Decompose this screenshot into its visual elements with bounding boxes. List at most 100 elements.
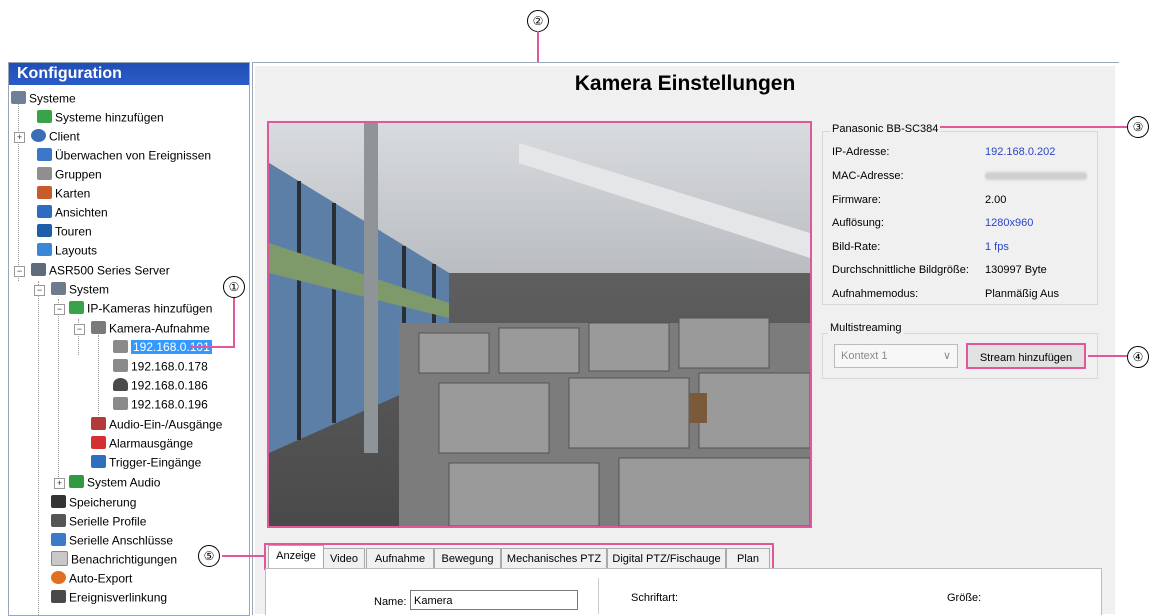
tree-item-camera-192-168-0-178[interactable]: 192.168.0.178 [113, 357, 208, 376]
recording-mode-label: Aufnahmemodus: [832, 288, 919, 300]
layouts-icon [37, 243, 52, 257]
groups-icon [37, 167, 52, 181]
tree-item-camera-192-168-0-196[interactable]: 192.168.0.196 [113, 395, 208, 414]
tree-item-ueberwachen[interactable]: Überwachen von Ereignissen [37, 146, 211, 165]
config-tree-panel: Konfiguration Systeme Systeme hinzufügen… [8, 62, 250, 616]
callout-5-line [222, 555, 265, 557]
context-select-value: Kontext 1 [841, 350, 888, 362]
multistreaming-label: Multistreaming [828, 321, 904, 335]
add-stream-button[interactable]: Stream hinzufügen [966, 343, 1086, 369]
tab-video[interactable]: Video [323, 548, 365, 569]
mac-address-value-blurred [985, 172, 1087, 180]
monitor-events-icon [37, 148, 52, 162]
tree-item-ereignisverlinkung[interactable]: Ereignisverlinkung [51, 588, 167, 607]
trigger-icon [91, 455, 106, 469]
serial-port-icon [51, 533, 66, 547]
camera-icon [113, 397, 128, 411]
callout-1-line-h [190, 346, 235, 348]
envelope-icon [51, 551, 68, 567]
callout-4-line [1088, 355, 1127, 357]
resolution-value[interactable]: 1280x960 [985, 216, 1033, 230]
tab-plan[interactable]: Plan [726, 548, 770, 569]
tree-item-system-audio[interactable]: System Audio [69, 473, 160, 492]
tree-item-alarmausgaenge[interactable]: Alarmausgänge [91, 434, 193, 453]
frame-rate-value[interactable]: 1 fps [985, 240, 1009, 254]
collapse-recording-toggle[interactable]: − [74, 324, 85, 335]
tree-item-trigger-eingaenge[interactable]: Trigger-Eingänge [91, 453, 201, 472]
resolution-label: Auflösung: [832, 217, 884, 229]
serial-profile-icon [51, 514, 66, 528]
speaker-icon [91, 417, 106, 431]
gear-icon [31, 129, 46, 143]
tree-item-kamera-aufnahme[interactable]: Kamera-Aufnahme [91, 319, 210, 338]
views-icon [37, 205, 52, 219]
tours-icon [37, 224, 52, 238]
add-camera-icon [69, 301, 84, 315]
camera-recording-icon [91, 321, 106, 335]
system-icon [51, 282, 66, 296]
firmware-value: 2.00 [985, 194, 1007, 206]
server-icon [11, 91, 26, 105]
tree-item-client[interactable]: Client [31, 127, 80, 146]
collapse-server-toggle[interactable]: − [14, 266, 25, 277]
context-select[interactable]: Kontext 1 ∨ [834, 344, 958, 368]
camera-preview[interactable] [267, 121, 812, 528]
system-audio-icon [69, 475, 84, 489]
recording-mode-value: Planmäßig Aus [985, 288, 1059, 300]
tree-item-gruppen[interactable]: Gruppen [37, 165, 102, 184]
tree-item-audio[interactable]: Audio-Ein-/Ausgänge [91, 415, 222, 434]
expand-client-toggle[interactable]: + [14, 132, 25, 143]
tab-anzeige[interactable]: Anzeige [268, 545, 324, 570]
tree-item-asr500-server[interactable]: ASR500 Series Server [31, 261, 170, 280]
server-gear-icon [31, 263, 46, 277]
collapse-system-toggle[interactable]: − [34, 285, 45, 296]
tree-item-layouts[interactable]: Layouts [37, 241, 97, 260]
storage-icon [51, 495, 66, 509]
callout-2: ② [527, 10, 549, 32]
alarm-icon [91, 436, 106, 450]
camera-icon [113, 340, 128, 354]
tree-item-ip-kameras-hinzufuegen[interactable]: IP-Kameras hinzufügen [69, 299, 212, 318]
export-icon [51, 571, 66, 585]
tab-digital-ptz[interactable]: Digital PTZ/Fischauge [607, 548, 726, 569]
callout-3-line [935, 126, 1127, 128]
avg-image-size-value: 130997 Byte [985, 264, 1047, 276]
ip-address-label: IP-Adresse: [832, 146, 890, 158]
link-icon [51, 590, 66, 604]
callout-5: ⑤ [198, 545, 220, 567]
tree-item-ansichten[interactable]: Ansichten [37, 203, 108, 222]
tree-item-system[interactable]: System [51, 280, 109, 299]
tab-aufnahme[interactable]: Aufnahme [366, 548, 434, 569]
tree-item-speicherung[interactable]: Speicherung [51, 493, 136, 512]
sidebar-title: Konfiguration [9, 63, 249, 85]
page-title: Kamera Einstellungen [574, 72, 796, 95]
camera-icon [113, 359, 128, 373]
callout-1: ① [223, 276, 245, 298]
tree-item-camera-192-168-0-186[interactable]: 192.168.0.186 [113, 376, 208, 395]
tree-item-touren[interactable]: Touren [37, 222, 92, 241]
tab-bewegung[interactable]: Bewegung [434, 548, 501, 569]
tree-item-systeme[interactable]: Systeme [11, 89, 76, 108]
panel-divider [598, 578, 599, 614]
camera-model-label: Panasonic BB-SC384 [830, 122, 941, 136]
font-label: Schriftart: [631, 592, 679, 604]
camera-preview-image [269, 123, 810, 526]
callout-1-line [233, 295, 235, 347]
avg-image-size-label: Durchschnittliche Bildgröße: [832, 264, 969, 276]
tree-item-serielle-anschluesse[interactable]: Serielle Anschlüsse [51, 531, 173, 550]
frame-rate-label: Bild-Rate: [832, 241, 881, 253]
dome-camera-icon [113, 378, 128, 392]
ip-address-value[interactable]: 192.168.0.202 [985, 145, 1055, 159]
tree-item-serielle-profile[interactable]: Serielle Profile [51, 512, 146, 531]
tree-item-systeme-hinzufuegen[interactable]: Systeme hinzufügen [37, 108, 164, 127]
tree-item-auto-export[interactable]: Auto-Export [51, 569, 132, 588]
expand-system-audio-toggle[interactable]: + [54, 478, 65, 489]
firmware-label: Firmware: [832, 194, 881, 206]
mac-address-label: MAC-Adresse: [832, 170, 904, 182]
tab-mechanisches-ptz[interactable]: Mechanisches PTZ [501, 548, 607, 569]
tree-item-benachrichtigungen[interactable]: Benachrichtigungen [51, 550, 177, 569]
name-input[interactable]: Kamera [410, 590, 578, 610]
tree-item-karten[interactable]: Karten [37, 184, 90, 203]
add-system-icon [37, 110, 52, 124]
collapse-ip-cameras-toggle[interactable]: − [54, 304, 65, 315]
